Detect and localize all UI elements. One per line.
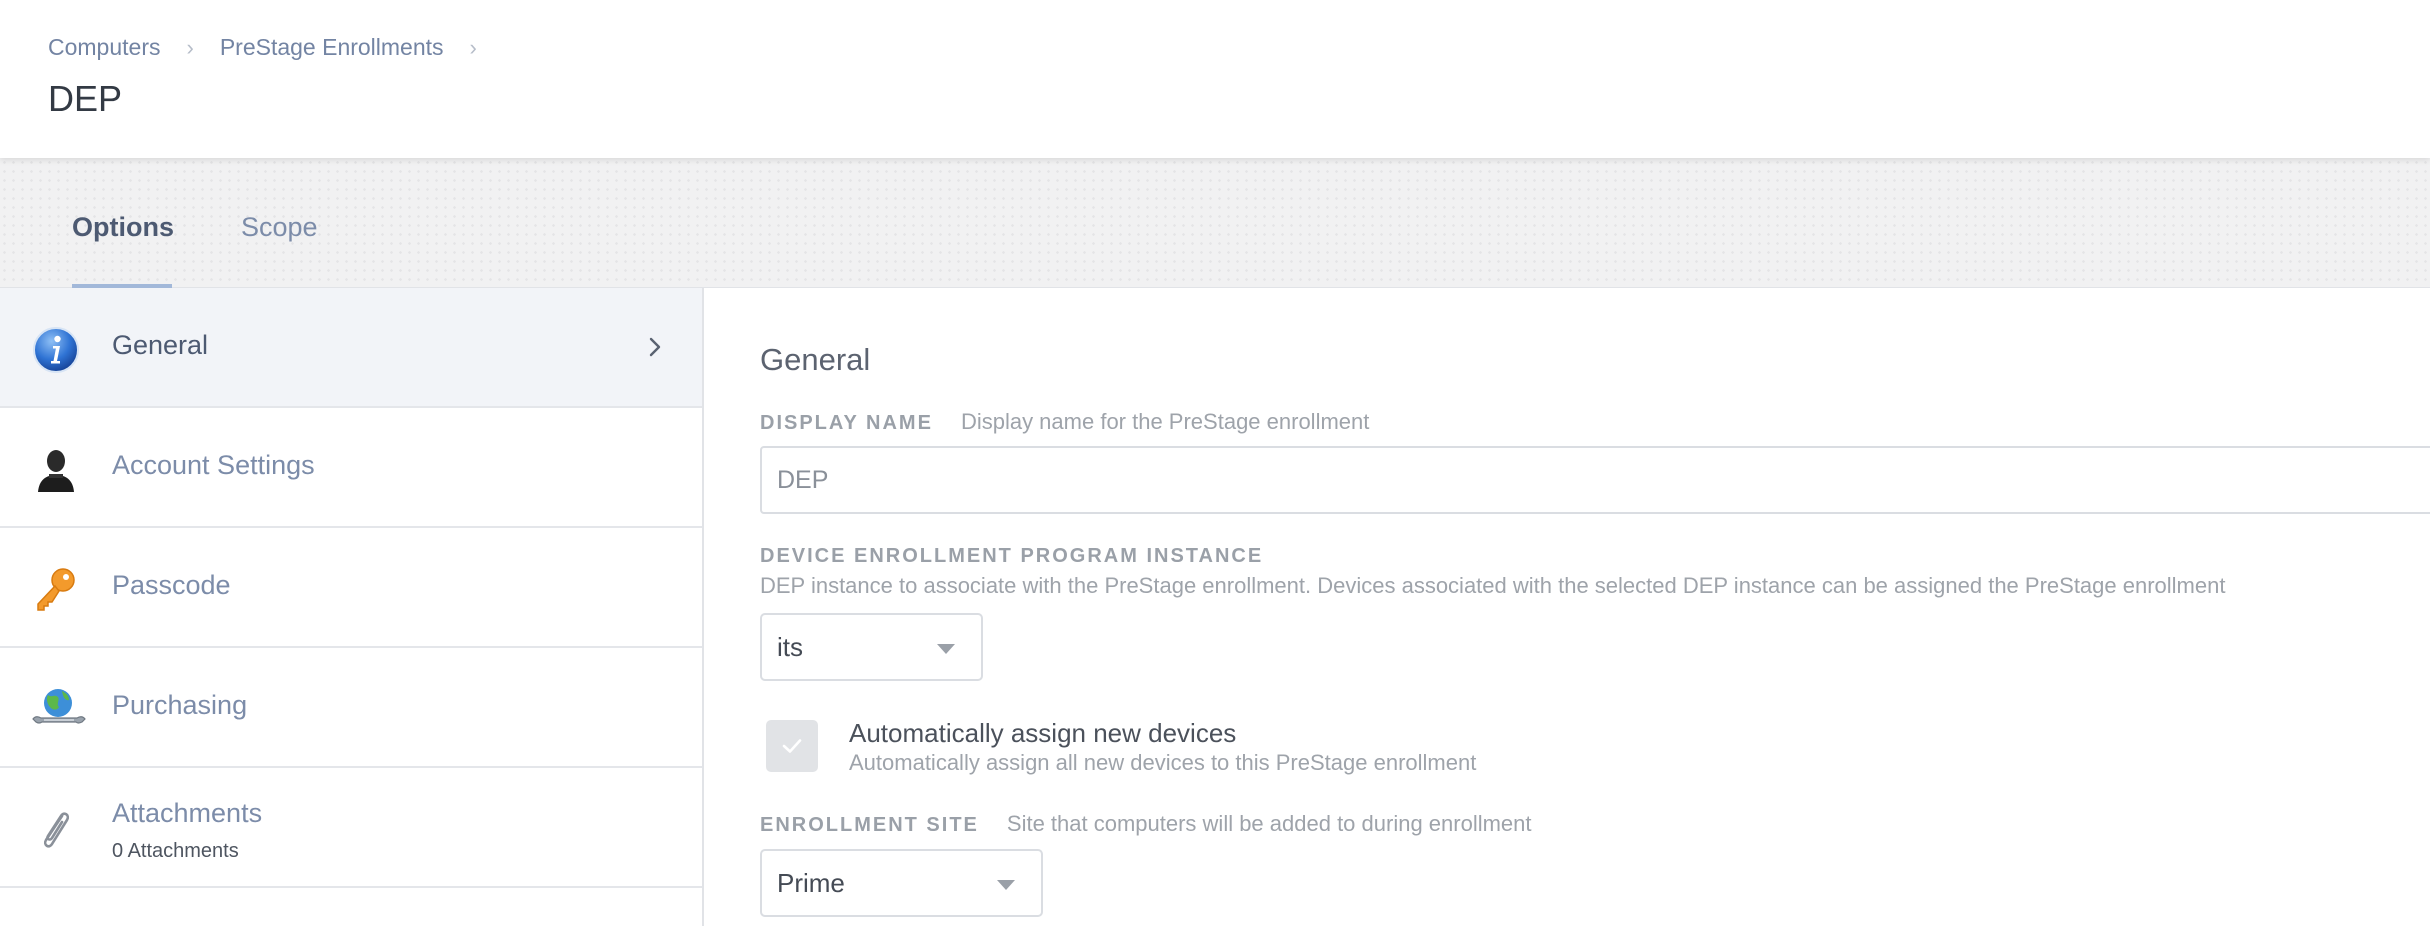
checkmark-icon	[782, 739, 802, 753]
user-icon	[32, 446, 80, 494]
enrollment-site-help: Site that computers will be added to dur…	[1006, 811, 1532, 836]
sidebar-item-label: General	[112, 330, 209, 360]
breadcrumb-separator-icon: ›	[469, 34, 477, 60]
breadcrumb-separator-icon: ›	[186, 34, 194, 60]
tab-bar: Options Scope	[0, 158, 2430, 288]
key-icon	[32, 566, 80, 614]
breadcrumb: Computers › PreStage Enrollments ›	[48, 34, 503, 61]
tab-scope[interactable]: Scope	[241, 212, 318, 288]
dep-instance-header: Device Enrollment Program Instance	[760, 545, 1263, 568]
page-header: Computers › PreStage Enrollments › DEP	[0, 0, 2430, 158]
sidebar-item-label: Purchasing	[112, 690, 248, 720]
chevron-right-icon	[646, 332, 666, 362]
main-panel: General Display Name Display name for th…	[706, 288, 2430, 926]
enrollment-site-header: Enrollment Site Site that computers will…	[760, 811, 1532, 837]
display-name-field[interactable]: DEP	[760, 446, 2430, 514]
auto-assign-checkbox[interactable]	[766, 720, 818, 772]
sidebar: General Account Settings Passcode Purcha…	[0, 288, 704, 926]
enrollment-site-label: Enrollment Site	[760, 814, 979, 836]
tab-options[interactable]: Options	[72, 212, 174, 288]
enrollment-site-select[interactable]: Prime	[760, 849, 1043, 917]
section-title: General	[760, 342, 871, 377]
sidebar-item-passcode[interactable]: Passcode	[0, 528, 702, 648]
sidebar-item-general[interactable]: General	[0, 288, 702, 408]
chevron-down-icon	[997, 880, 1015, 890]
chevron-down-icon	[937, 644, 955, 654]
sidebar-item-attachments[interactable]: Attachments 0 Attachments	[0, 768, 702, 888]
sidebar-item-label: Passcode	[112, 570, 231, 600]
dep-instance-label: Device Enrollment Program Instance	[760, 545, 1264, 567]
display-name-label: Display Name	[760, 412, 933, 434]
auto-assign-help: Automatically assign all new devices to …	[849, 750, 1477, 775]
sidebar-item-purchasing[interactable]: Purchasing	[0, 648, 702, 768]
display-name-help: Display name for the PreStage enrollment	[960, 409, 1370, 434]
globe-wrench-icon	[32, 686, 86, 734]
enrollment-site-selected: Prime	[777, 868, 845, 898]
dep-instance-selected: its	[777, 632, 803, 662]
breadcrumb-prestage-enrollments[interactable]: PreStage Enrollments	[220, 34, 444, 61]
dep-instance-help: DEP instance to associate with the PreSt…	[760, 573, 2226, 598]
attachments-count: 0 Attachments	[112, 840, 239, 862]
dep-instance-select[interactable]: its	[760, 613, 983, 681]
sidebar-item-account-settings[interactable]: Account Settings	[0, 408, 702, 528]
breadcrumb-computers[interactable]: Computers	[48, 34, 160, 61]
info-icon	[32, 326, 80, 374]
sidebar-item-label: Attachments	[112, 798, 263, 828]
auto-assign-label: Automatically assign new devices	[849, 718, 1237, 748]
display-name-header: Display Name Display name for the PreSta…	[760, 409, 1369, 435]
paperclip-icon	[32, 806, 80, 854]
sidebar-item-label: Account Settings	[112, 450, 315, 480]
page-title: DEP	[48, 78, 123, 119]
